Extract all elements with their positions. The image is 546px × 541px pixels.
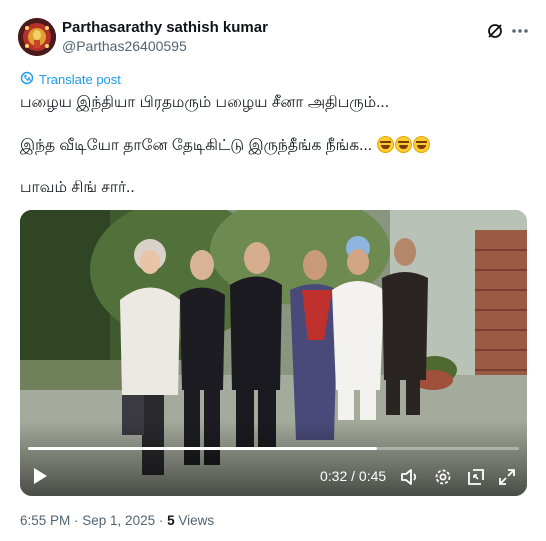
post-time[interactable]: 6:55 PM	[20, 513, 70, 528]
views-count: 5	[167, 513, 175, 528]
avatar[interactable]	[18, 18, 56, 56]
volume-icon[interactable]	[400, 467, 420, 487]
video-duration: 0:45	[358, 468, 387, 484]
video-time: 0:32 / 0:45	[320, 468, 386, 484]
views-label: Views	[178, 513, 215, 528]
video-progress-bar[interactable]	[28, 447, 519, 450]
translate-post-label: Translate post	[39, 71, 121, 87]
post-text-line-2-text: இந்த வீடியோ தானே தேடிகிட்டு இருந்தீங்க ந…	[20, 137, 373, 154]
post-text-line-1: பழைய இந்தியா பிரதமரும் பழைய சீனா அதிபரும…	[20, 94, 390, 111]
video-current-time: 0:32	[320, 468, 348, 484]
rofl-emoji-icon	[413, 136, 431, 153]
rofl-emoji-icon	[377, 136, 395, 153]
video-progress-fill	[28, 447, 378, 450]
post-metadata: 6:55 PM · Sep 1, 2025 · 5 Views	[20, 513, 214, 528]
translate-post-link[interactable]: Translate post	[20, 70, 121, 88]
picture-in-picture-icon[interactable]	[466, 467, 486, 487]
meta-separator: ·	[155, 513, 168, 528]
fullscreen-icon[interactable]	[497, 467, 517, 487]
author-name[interactable]: Parthasarathy sathish kumar	[62, 19, 268, 36]
grok-icon[interactable]	[484, 20, 506, 42]
post-date[interactable]: Sep 1, 2025	[82, 513, 155, 528]
post-text-line-3: பாவம் சிங் சார்..	[20, 179, 135, 196]
meta-separator: ·	[70, 513, 83, 528]
post-text-line-2: இந்த வீடியோ தானே தேடிகிட்டு இருந்தீங்க ந…	[20, 136, 431, 156]
video-player[interactable]: 0:32 / 0:45	[20, 210, 527, 496]
video-time-separator: /	[347, 468, 359, 484]
tweet-card: Parthasarathy sathish kumar @Parthas2640…	[0, 0, 546, 541]
rofl-emoji-icon	[395, 136, 413, 153]
globe-translate-icon	[20, 71, 34, 88]
play-icon[interactable]	[32, 467, 48, 485]
more-dots-icon[interactable]	[509, 20, 531, 42]
author-handle[interactable]: @Parthas26400595	[62, 38, 187, 54]
gear-icon[interactable]	[433, 467, 453, 487]
video-frame	[20, 210, 527, 496]
